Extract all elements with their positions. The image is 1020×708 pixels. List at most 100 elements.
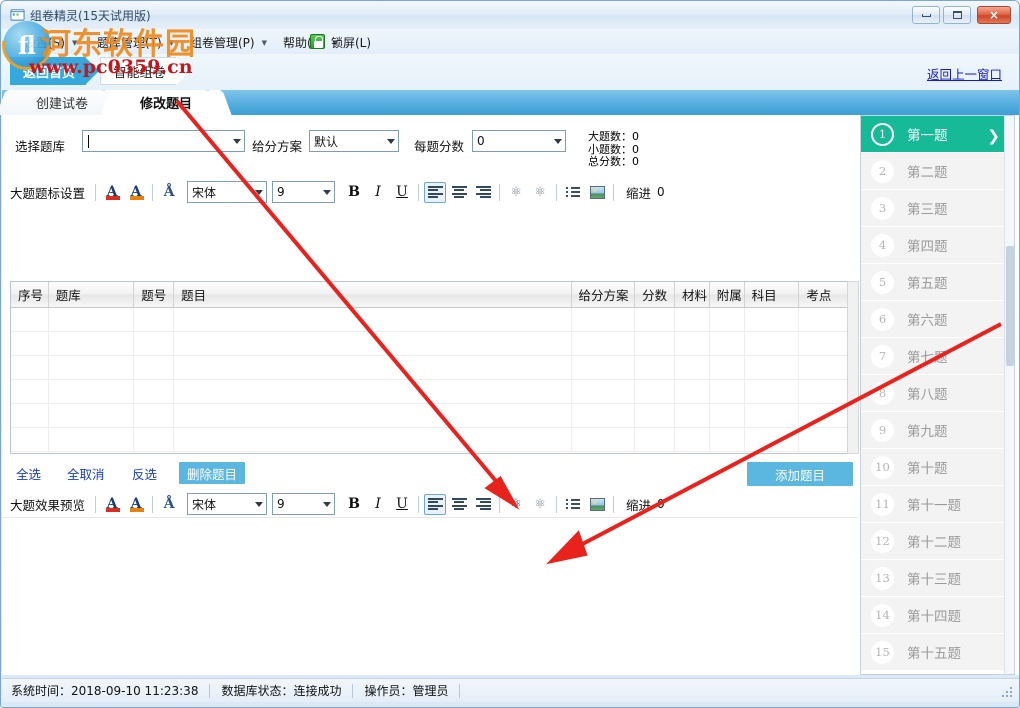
- table-cell[interactable]: [710, 308, 745, 331]
- table-cell[interactable]: [134, 404, 175, 427]
- question-table[interactable]: 序号 题库 题号 题目 给分方案 分数 材料 附属 科目 考点: [10, 281, 855, 454]
- table-cell[interactable]: [11, 308, 49, 331]
- table-cell[interactable]: [11, 332, 49, 355]
- question-bank-select[interactable]: [82, 130, 245, 152]
- sidebar-item-question-14[interactable]: 14 第十四题: [861, 597, 1014, 634]
- table-cell[interactable]: [11, 356, 49, 379]
- table-cell[interactable]: [635, 356, 676, 379]
- menu-item-settings[interactable]: 设置(S) ▼: [24, 33, 77, 51]
- table-cell[interactable]: [11, 380, 49, 403]
- table-cell[interactable]: [572, 380, 636, 403]
- table-scrollbar[interactable]: [847, 281, 859, 454]
- select-all-link[interactable]: 全选: [16, 464, 41, 483]
- invert-selection-link[interactable]: 反选: [132, 464, 157, 483]
- font-color-icon[interactable]: A: [101, 182, 123, 203]
- table-column-header[interactable]: 给分方案: [572, 282, 636, 307]
- sidebar-item-question-2[interactable]: 2 第二题: [861, 153, 1014, 190]
- table-cell[interactable]: [49, 428, 135, 451]
- table-cell[interactable]: [572, 428, 636, 451]
- sidebar-item-question-4[interactable]: 4 第四题: [861, 227, 1014, 264]
- breadcrumb-smart-paper[interactable]: 智能组卷: [100, 57, 190, 85]
- table-cell[interactable]: [11, 404, 49, 427]
- table-cell[interactable]: [675, 404, 710, 427]
- highlight-color-icon[interactable]: A: [125, 182, 147, 203]
- insert-image-icon[interactable]: [586, 494, 608, 515]
- lock-icon[interactable]: [310, 34, 325, 49]
- table-cell[interactable]: [635, 308, 676, 331]
- add-question-button[interactable]: 添加题目: [747, 462, 853, 486]
- font-color-icon[interactable]: A: [101, 494, 123, 515]
- table-column-header[interactable]: 附属: [710, 282, 745, 307]
- table-cell[interactable]: [49, 356, 135, 379]
- table-column-header[interactable]: 序号: [11, 282, 49, 307]
- table-cell[interactable]: [134, 332, 175, 355]
- question-list[interactable]: 1 第一题 ❯ 2 第二题 3 第三题 4 第四题 5 第五题 6 第六题 7 第七题 8 第八题 9 第九题 10 第…: [861, 116, 1014, 671]
- sidebar-item-question-8[interactable]: 8 第八题: [861, 375, 1014, 412]
- menu-item-lock-screen[interactable]: 锁屏(L): [331, 33, 371, 51]
- find-icon[interactable]: ⚛: [505, 494, 527, 515]
- table-row[interactable]: [11, 380, 854, 404]
- font-family-select[interactable]: 宋体: [187, 493, 268, 515]
- bold-button[interactable]: B: [343, 494, 365, 515]
- table-cell[interactable]: [635, 404, 676, 427]
- sidebar-item-question-11[interactable]: 11 第十一题: [861, 486, 1014, 523]
- table-cell[interactable]: [49, 332, 135, 355]
- per-question-score-select[interactable]: 0: [472, 130, 566, 152]
- table-cell[interactable]: [710, 356, 745, 379]
- table-row[interactable]: [11, 356, 854, 380]
- breadcrumb-home[interactable]: 返回首页: [10, 57, 99, 85]
- delete-question-button[interactable]: 删除题目: [179, 462, 245, 484]
- sidebar-item-question-1[interactable]: 1 第一题 ❯: [861, 116, 1014, 153]
- menu-item-question-bank[interactable]: 题库管理(T) ▼: [97, 33, 174, 51]
- table-cell[interactable]: [49, 404, 135, 427]
- tab-modify-question[interactable]: 修改题目: [100, 90, 232, 115]
- table-cell[interactable]: [134, 308, 175, 331]
- table-cell[interactable]: [675, 356, 710, 379]
- bullet-list-icon[interactable]: [562, 494, 584, 515]
- bold-button[interactable]: B: [343, 182, 365, 203]
- sidebar-item-question-6[interactable]: 6 第六题: [861, 301, 1014, 338]
- clear-format-icon[interactable]: Å: [158, 494, 180, 515]
- italic-button[interactable]: I: [367, 494, 389, 515]
- table-cell[interactable]: [675, 308, 710, 331]
- resize-grip[interactable]: [1002, 687, 1014, 699]
- table-body[interactable]: [11, 308, 854, 452]
- minimize-button[interactable]: [912, 6, 940, 24]
- table-cell[interactable]: [799, 404, 854, 427]
- preview-editor[interactable]: [2, 517, 858, 657]
- font-size-select[interactable]: 9: [272, 493, 336, 515]
- table-row[interactable]: [11, 308, 854, 332]
- table-cell[interactable]: [572, 308, 636, 331]
- close-button[interactable]: ×: [977, 6, 1011, 24]
- table-column-header[interactable]: 题库: [49, 282, 135, 307]
- table-cell[interactable]: [174, 380, 572, 403]
- clear-format-icon[interactable]: Å: [158, 182, 180, 203]
- underline-button[interactable]: U: [391, 494, 413, 515]
- table-cell[interactable]: [49, 380, 135, 403]
- table-cell[interactable]: [799, 308, 854, 331]
- table-cell[interactable]: [745, 428, 800, 451]
- table-cell[interactable]: [799, 332, 854, 355]
- sidebar-scrollbar[interactable]: [1004, 116, 1014, 674]
- table-cell[interactable]: [710, 404, 745, 427]
- table-cell[interactable]: [745, 356, 800, 379]
- table-column-header[interactable]: 题号: [134, 282, 175, 307]
- insert-image-icon[interactable]: [586, 182, 608, 203]
- table-cell[interactable]: [572, 356, 636, 379]
- table-cell[interactable]: [635, 332, 676, 355]
- scoring-scheme-select[interactable]: 默认: [309, 130, 399, 152]
- table-row[interactable]: [11, 332, 854, 356]
- menu-item-paper-management[interactable]: 组卷管理(P) ▼: [190, 33, 267, 51]
- bullet-list-icon[interactable]: [562, 182, 584, 203]
- sidebar-item-question-9[interactable]: 9 第九题: [861, 412, 1014, 449]
- table-cell[interactable]: [174, 356, 572, 379]
- table-cell[interactable]: [49, 308, 135, 331]
- table-cell[interactable]: [572, 404, 636, 427]
- table-cell[interactable]: [174, 308, 572, 331]
- sidebar-item-question-5[interactable]: 5 第五题: [861, 264, 1014, 301]
- table-row[interactable]: [11, 428, 854, 452]
- table-cell[interactable]: [745, 404, 800, 427]
- table-column-header[interactable]: 材料: [675, 282, 710, 307]
- table-cell[interactable]: [799, 380, 854, 403]
- table-cell[interactable]: [11, 428, 49, 451]
